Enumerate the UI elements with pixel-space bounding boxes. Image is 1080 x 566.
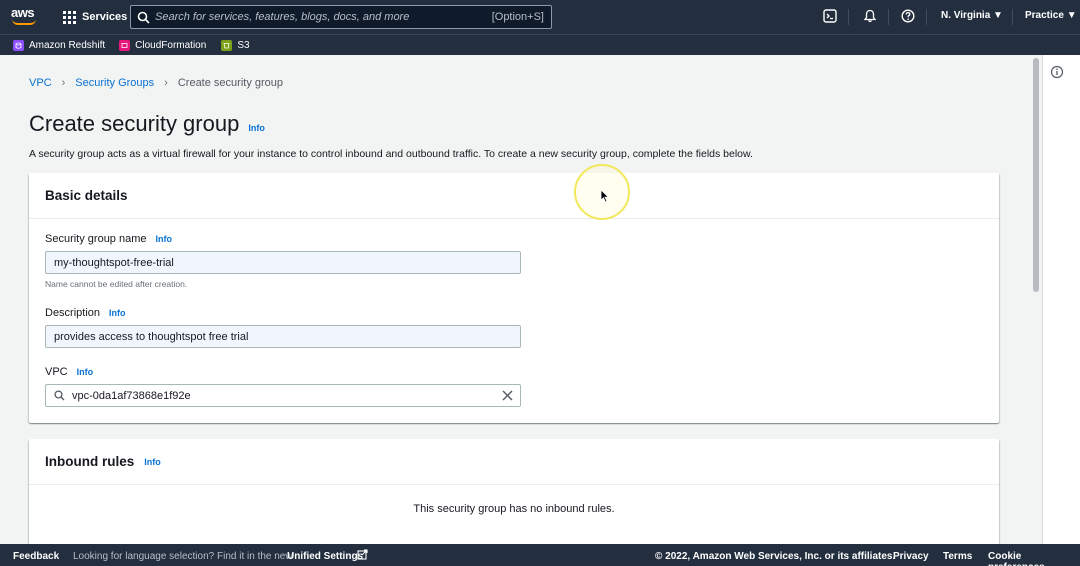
aws-logo-text: aws: [11, 5, 35, 20]
inbound-rules-title: Inbound rules: [45, 454, 135, 469]
services-label: Services: [82, 11, 128, 23]
notifications-bell-icon[interactable]: [862, 8, 878, 24]
feedback-link[interactable]: Feedback: [13, 551, 59, 562]
mouse-cursor-icon: [600, 189, 610, 203]
chevron-right-icon: ›: [61, 77, 66, 89]
search-shortcut: [Option+S]: [491, 11, 544, 23]
clear-icon[interactable]: [494, 390, 520, 401]
page-info-link[interactable]: Info: [248, 123, 265, 133]
terms-link[interactable]: Terms: [943, 551, 972, 562]
description-label: Description: [45, 307, 101, 319]
cookie-preferences-link[interactable]: Cookie preferences: [988, 551, 1080, 566]
favorite-label: S3: [237, 39, 250, 51]
scrollbar-thumb[interactable]: [1033, 58, 1039, 292]
search-bar[interactable]: Search for services, features, blogs, do…: [130, 5, 552, 29]
language-notice: Looking for language selection? Find it …: [73, 551, 293, 562]
aws-smile-icon: [12, 19, 36, 25]
divider: [1012, 9, 1013, 25]
divider: [848, 9, 849, 25]
description-info-link[interactable]: Info: [109, 308, 126, 318]
copyright-text: © 2022, Amazon Web Services, Inc. or its…: [655, 551, 896, 562]
description-field: Description Info provides access to thou…: [45, 307, 521, 348]
favorite-s3[interactable]: S3: [221, 39, 250, 51]
search-icon: [131, 6, 155, 28]
region-selector[interactable]: N. Virginia ▼: [941, 10, 1003, 21]
unified-settings-link[interactable]: Unified Settings: [287, 551, 363, 562]
aws-logo[interactable]: aws: [11, 6, 39, 28]
security-group-name-input[interactable]: my-thoughtspot-free-trial: [45, 251, 521, 274]
page-title: Create security group: [29, 111, 240, 136]
divider: [926, 9, 927, 25]
vpc-field: VPC Info vpc-0da1af73868e1f92e: [45, 366, 521, 407]
vpc-input[interactable]: vpc-0da1af73868e1f92e: [45, 384, 521, 407]
grid-icon: [63, 10, 76, 24]
cloudformation-icon: [119, 39, 131, 51]
field-label: Description Info: [45, 307, 521, 319]
security-group-name-field: Security group name Info my-thoughtspot-…: [45, 233, 521, 289]
help-side-panel: [1042, 55, 1080, 544]
vpc-label: VPC: [45, 366, 68, 378]
panel-header: Basic details: [29, 173, 999, 219]
breadcrumb: VPC › Security Groups › Create security …: [29, 77, 283, 89]
breadcrumb-security-groups[interactable]: Security Groups: [75, 77, 154, 89]
favorite-label: CloudFormation: [135, 39, 207, 51]
s3-icon: [221, 39, 233, 51]
chevron-right-icon: ›: [164, 77, 168, 89]
top-navigation: aws Services Search for services, featur…: [0, 0, 1080, 34]
inbound-empty-message: This security group has no inbound rules…: [413, 503, 615, 515]
favorite-cloudformation[interactable]: CloudFormation: [119, 39, 207, 51]
cloudshell-icon[interactable]: [822, 8, 838, 24]
divider: [888, 9, 889, 25]
main-content: VPC › Security Groups › Create security …: [0, 55, 1040, 559]
account-menu[interactable]: Practice ▼: [1025, 10, 1077, 21]
favorites-bar: Amazon Redshift CloudFormation S3: [0, 34, 1080, 55]
inbound-info-link[interactable]: Info: [144, 457, 161, 467]
services-menu-button[interactable]: Services: [58, 5, 132, 29]
description-input[interactable]: provides access to thoughtspot free tria…: [45, 325, 521, 348]
name-info-link[interactable]: Info: [156, 234, 173, 244]
footer: Feedback Looking for language selection?…: [0, 544, 1080, 566]
page-header: Create security group Info: [29, 111, 265, 137]
field-label: VPC Info: [45, 366, 521, 378]
vpc-info-link[interactable]: Info: [77, 367, 94, 377]
info-circle-icon[interactable]: [1050, 65, 1064, 79]
basic-details-title: Basic details: [45, 188, 128, 203]
name-hint: Name cannot be edited after creation.: [45, 279, 188, 289]
page-description: A security group acts as a virtual firew…: [29, 148, 753, 160]
breadcrumb-current: Create security group: [177, 77, 284, 89]
basic-details-panel: Basic details Security group name Info m…: [29, 173, 999, 423]
search-icon: [46, 390, 72, 401]
help-icon[interactable]: [900, 8, 916, 24]
privacy-link[interactable]: Privacy: [893, 551, 929, 562]
favorite-redshift[interactable]: Amazon Redshift: [13, 39, 106, 51]
favorite-label: Amazon Redshift: [29, 39, 106, 51]
search-input[interactable]: Search for services, features, blogs, do…: [155, 11, 492, 23]
inbound-rules-panel: Inbound rules Info This security group h…: [29, 439, 999, 559]
external-link-icon: [357, 549, 368, 563]
panel-header: Inbound rules Info: [29, 439, 999, 485]
breadcrumb-vpc[interactable]: VPC: [29, 77, 52, 89]
vpc-value: vpc-0da1af73868e1f92e: [72, 389, 191, 402]
redshift-icon: [13, 39, 24, 51]
field-label: Security group name Info: [45, 233, 521, 245]
security-group-name-label: Security group name: [45, 233, 147, 245]
